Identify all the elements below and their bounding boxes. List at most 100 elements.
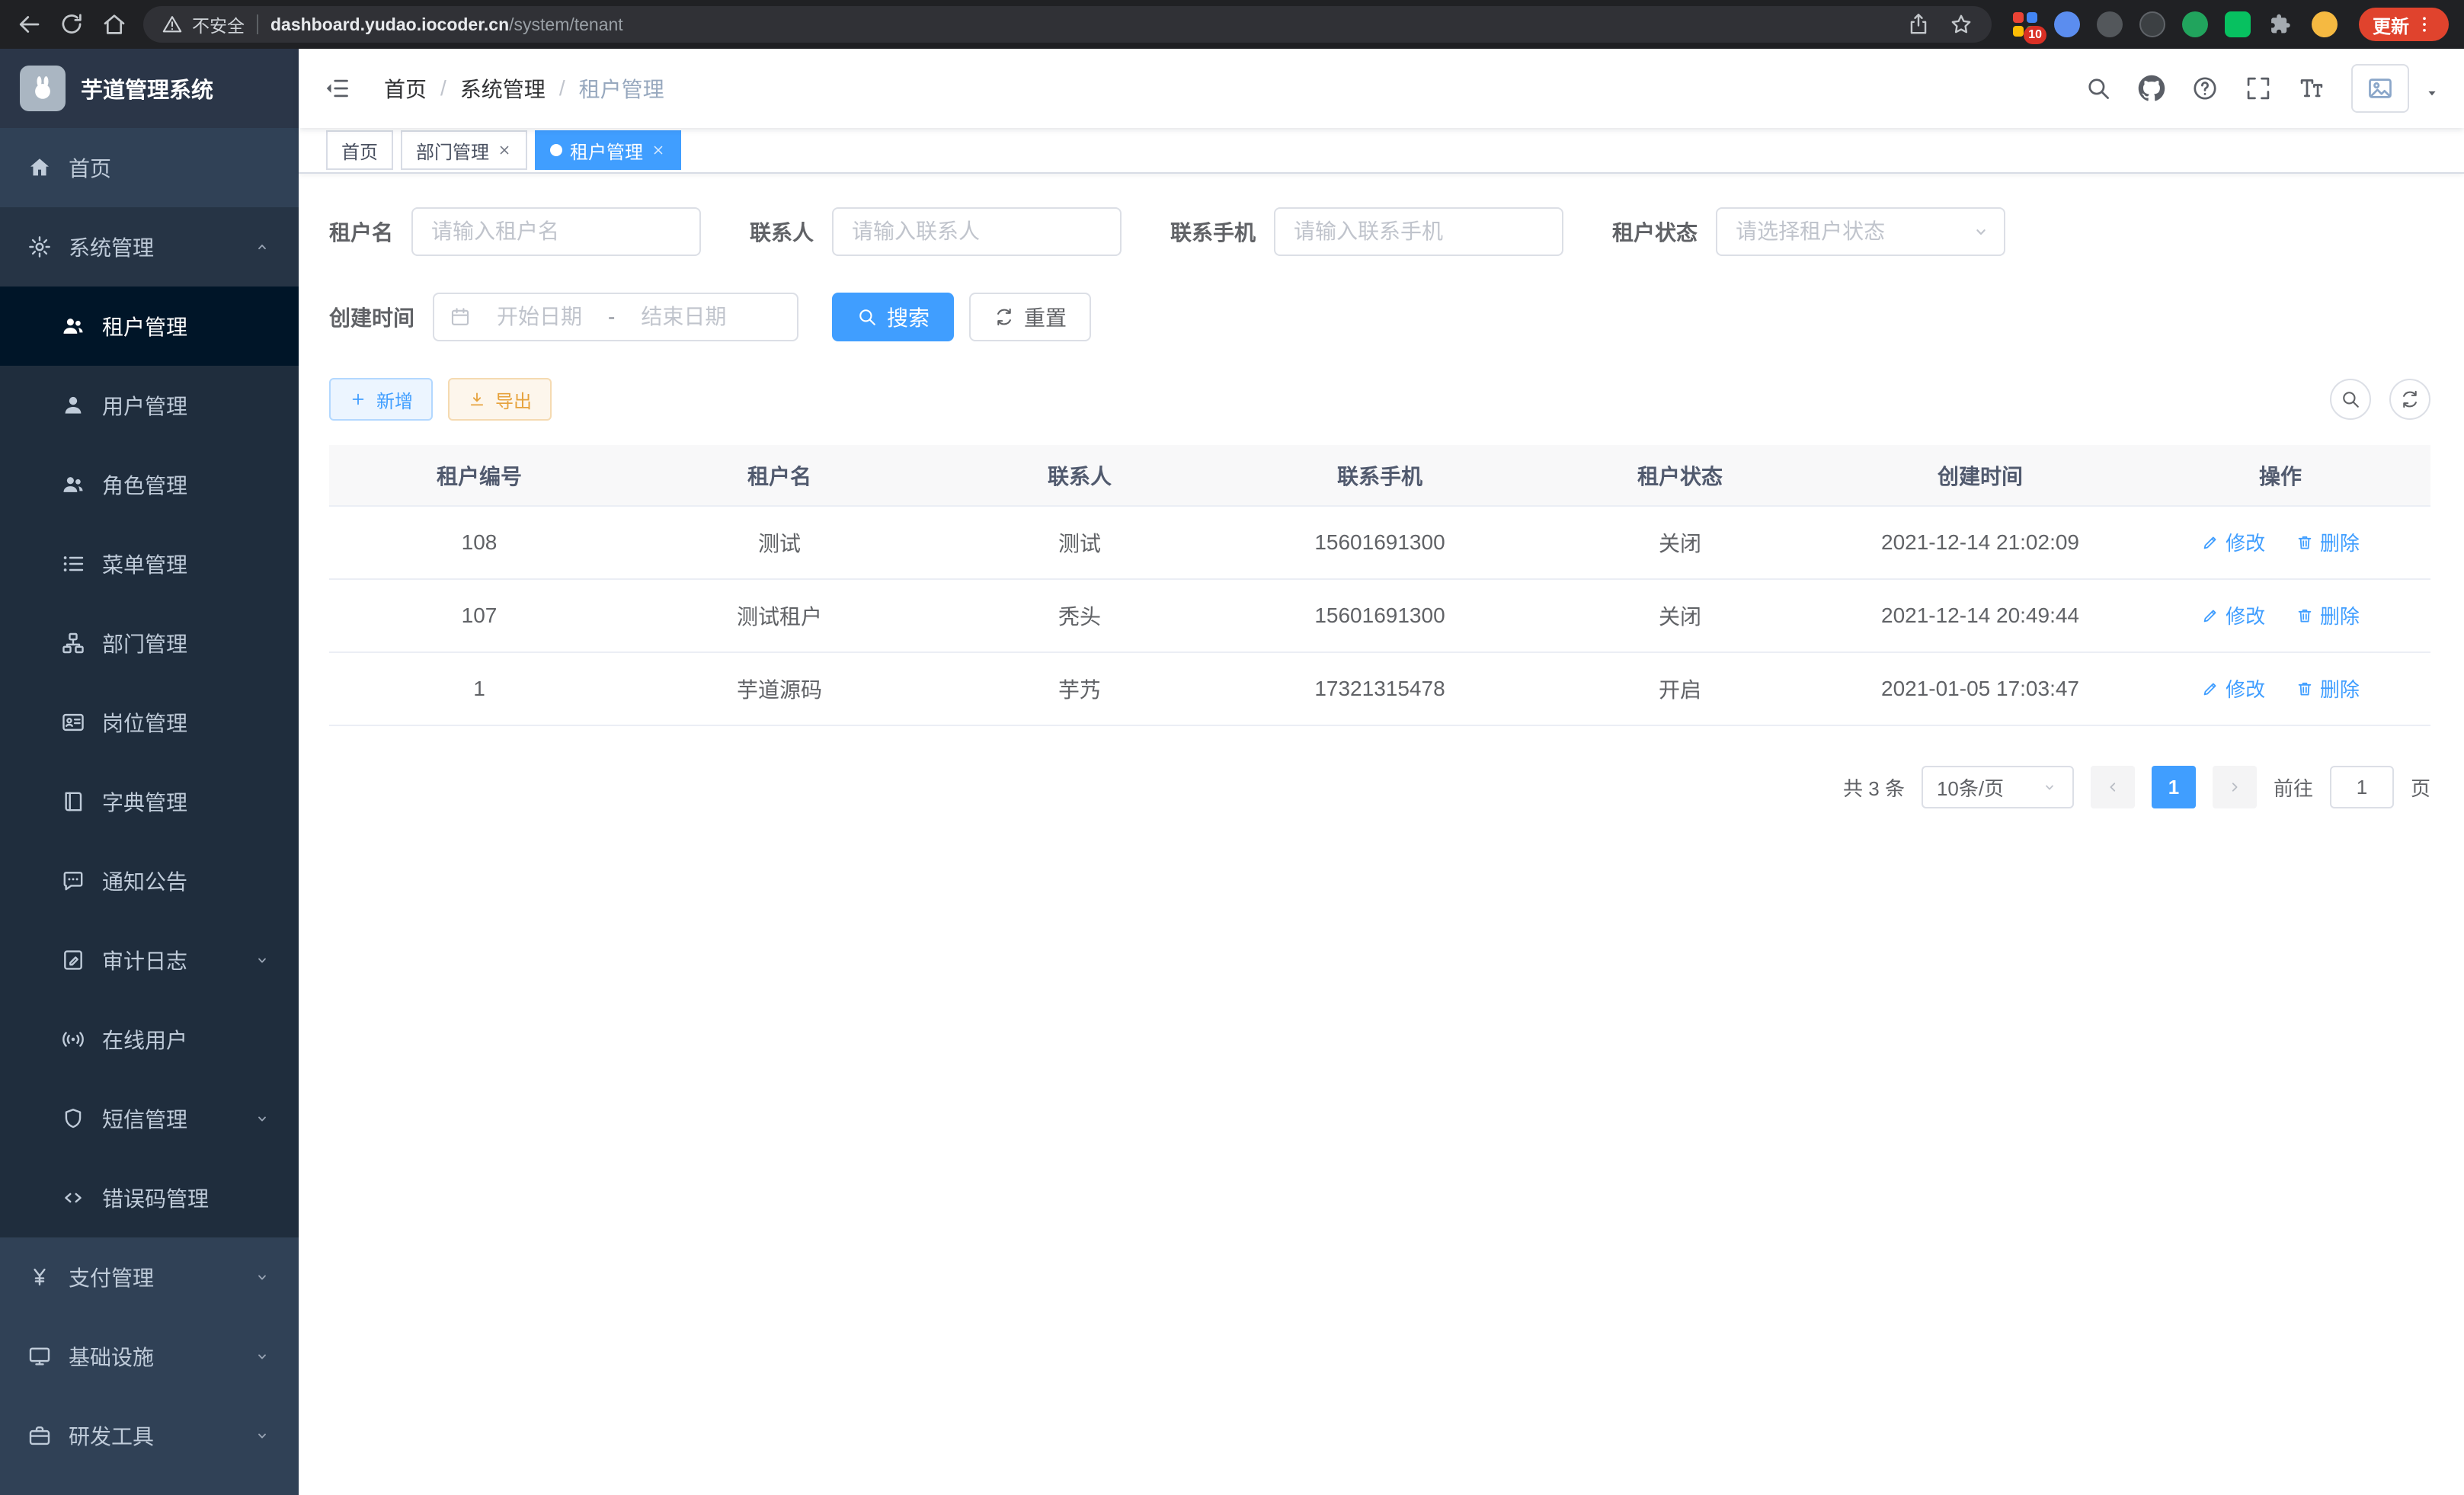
sidebar-item-post-management[interactable]: 岗位管理 <box>0 683 299 762</box>
sidebar-item-label: 部门管理 <box>102 628 187 658</box>
sidebar-item-notice[interactable]: 通知公告 <box>0 841 299 920</box>
cell-created: 2021-12-14 21:02:09 <box>1830 506 2130 579</box>
sidebar-item-home[interactable]: 首页 <box>0 128 299 207</box>
prev-page-button[interactable] <box>2091 766 2135 808</box>
plus-icon <box>349 390 367 408</box>
tenant-name-input[interactable] <box>411 207 701 256</box>
security-label: 不安全 <box>192 11 245 37</box>
delete-link[interactable]: 删除 <box>2296 528 2360 556</box>
goto-page-input[interactable] <box>2330 766 2394 808</box>
col-header-actions: 操作 <box>2130 445 2430 506</box>
sidebar-item-role-management[interactable]: 角色管理 <box>0 445 299 524</box>
bookmark-star-icon[interactable] <box>1949 12 1973 37</box>
github-button[interactable] <box>2138 75 2165 102</box>
goto-label: 前往 <box>2274 773 2313 802</box>
extension-icon-dark-2[interactable] <box>2139 11 2165 37</box>
extension-icon-grid[interactable]: 10 <box>2013 12 2037 37</box>
browser-home-button[interactable] <box>101 11 128 38</box>
tab-dept-management[interactable]: 部门管理 <box>401 130 527 170</box>
breadcrumb-system[interactable]: 系统管理 <box>460 73 546 104</box>
col-header-tenant-name: 租户名 <box>629 445 930 506</box>
search-icon <box>856 306 878 328</box>
tenant-status-input[interactable] <box>1716 207 2005 256</box>
phone-input[interactable] <box>1274 207 1563 256</box>
extension-icon-chat[interactable] <box>2225 11 2251 37</box>
page-number-1[interactable]: 1 <box>2152 766 2196 808</box>
refresh-icon <box>2399 389 2421 410</box>
sidebar-item-audit-log[interactable]: 审计日志 <box>0 920 299 1000</box>
sidebar-item-system-management[interactable]: 系统管理 <box>0 207 299 287</box>
table-row[interactable]: 107 测试租户 秃头 15601691300 关闭 2021-12-14 20… <box>329 579 2430 652</box>
end-date-input[interactable] <box>618 305 749 329</box>
sidebar-item-menu-management[interactable]: 菜单管理 <box>0 524 299 603</box>
table-header-row: 租户编号 租户名 联系人 联系手机 租户状态 创建时间 操作 <box>329 445 2430 506</box>
header-search-button[interactable] <box>2085 75 2112 102</box>
search-form-row-1: 租户名 联系人 联系手机 租户状态 <box>329 207 2430 256</box>
tenant-status-select[interactable] <box>1716 207 2005 256</box>
tab-tenant-management[interactable]: 租户管理 <box>535 130 681 170</box>
table-row[interactable]: 1 芋道源码 芋艿 17321315478 开启 2021-01-05 17:0… <box>329 652 2430 725</box>
sidebar-item-error-code[interactable]: 错误码管理 <box>0 1158 299 1237</box>
browser-back-button[interactable] <box>15 11 43 38</box>
fullscreen-button[interactable] <box>2245 75 2272 102</box>
create-time-range-picker[interactable]: - <box>433 293 798 341</box>
edit-link[interactable]: 修改 <box>2201 601 2265 629</box>
update-button[interactable]: 更新 <box>2359 8 2449 41</box>
refresh-table-button[interactable] <box>2389 379 2430 420</box>
sidebar-item-infrastructure[interactable]: 基础设施 <box>0 1317 299 1396</box>
sidebar-item-dev-tools[interactable]: 研发工具 <box>0 1396 299 1475</box>
search-button[interactable]: 搜索 <box>832 293 954 341</box>
download-icon <box>468 390 486 408</box>
content: 租户名 联系人 联系手机 租户状态 <box>299 174 2464 1495</box>
delete-link[interactable]: 删除 <box>2296 674 2360 703</box>
sidebar-item-sms-management[interactable]: 短信管理 <box>0 1079 299 1158</box>
contact-input[interactable] <box>832 207 1122 256</box>
share-icon[interactable] <box>1906 12 1931 37</box>
page-size-select[interactable]: 10条/页 <box>1922 766 2074 808</box>
reset-button[interactable]: 重置 <box>969 293 1091 341</box>
security-chip[interactable]: 不安全 <box>162 11 245 37</box>
sidebar-item-dict-management[interactable]: 字典管理 <box>0 762 299 841</box>
browser-reload-button[interactable] <box>58 11 85 38</box>
next-page-button[interactable] <box>2213 766 2257 808</box>
avatar[interactable] <box>2351 64 2409 113</box>
edit-link[interactable]: 修改 <box>2201 674 2265 703</box>
breadcrumb-home[interactable]: 首页 <box>384 73 427 104</box>
create-time-label: 创建时间 <box>329 302 414 332</box>
cell-created: 2021-12-14 20:49:44 <box>1830 579 2130 652</box>
start-date-input[interactable] <box>474 305 605 329</box>
extension-icon-blue[interactable] <box>2054 11 2080 37</box>
reset-button-label: 重置 <box>1024 302 1067 332</box>
avatar-dropdown-caret[interactable] <box>2424 85 2440 101</box>
add-button[interactable]: 新增 <box>329 378 433 421</box>
sidebar-item-label: 系统管理 <box>69 232 154 262</box>
help-button[interactable] <box>2191 75 2219 102</box>
table-row[interactable]: 108 测试 测试 15601691300 关闭 2021-12-14 21:0… <box>329 506 2430 579</box>
hamburger-icon[interactable] <box>323 75 350 102</box>
tab-home[interactable]: 首页 <box>326 130 393 170</box>
extensions-puzzle-icon[interactable] <box>2267 11 2295 38</box>
sidebar-item-payment[interactable]: 支付管理 <box>0 1237 299 1317</box>
export-button[interactable]: 导出 <box>448 378 552 421</box>
profile-avatar-icon[interactable] <box>2312 11 2338 37</box>
font-size-button[interactable] <box>2298 75 2325 102</box>
sidebar-item-user-management[interactable]: 用户管理 <box>0 366 299 445</box>
address-bar[interactable]: 不安全 dashboard.yudao.iocoder.cn/system/te… <box>143 6 1992 43</box>
sidebar-item-dept-management[interactable]: 部门管理 <box>0 603 299 683</box>
cell-tenant-name: 测试租户 <box>629 579 930 652</box>
cell-contact: 秃头 <box>930 579 1230 652</box>
logo[interactable]: 芋道管理系统 <box>0 49 299 128</box>
sidebar-item-label: 错误码管理 <box>102 1183 209 1213</box>
close-icon[interactable] <box>497 142 512 158</box>
close-icon[interactable] <box>651 142 666 158</box>
sidebar-item-tenant-management[interactable]: 租户管理 <box>0 287 299 366</box>
edit-link[interactable]: 修改 <box>2201 528 2265 556</box>
extension-icon-dark[interactable] <box>2097 11 2123 37</box>
broken-image-icon <box>2366 75 2394 102</box>
toggle-search-button[interactable] <box>2330 379 2371 420</box>
extension-icon-green[interactable] <box>2182 11 2208 37</box>
delete-link[interactable]: 删除 <box>2296 601 2360 629</box>
sidebar: 芋道管理系统 首页 系统管理 租户管理 用户管理 角色管理 菜单管理 部门管理 … <box>0 49 299 1495</box>
sidebar-item-online-users[interactable]: 在线用户 <box>0 1000 299 1079</box>
trash-icon <box>2296 607 2314 625</box>
